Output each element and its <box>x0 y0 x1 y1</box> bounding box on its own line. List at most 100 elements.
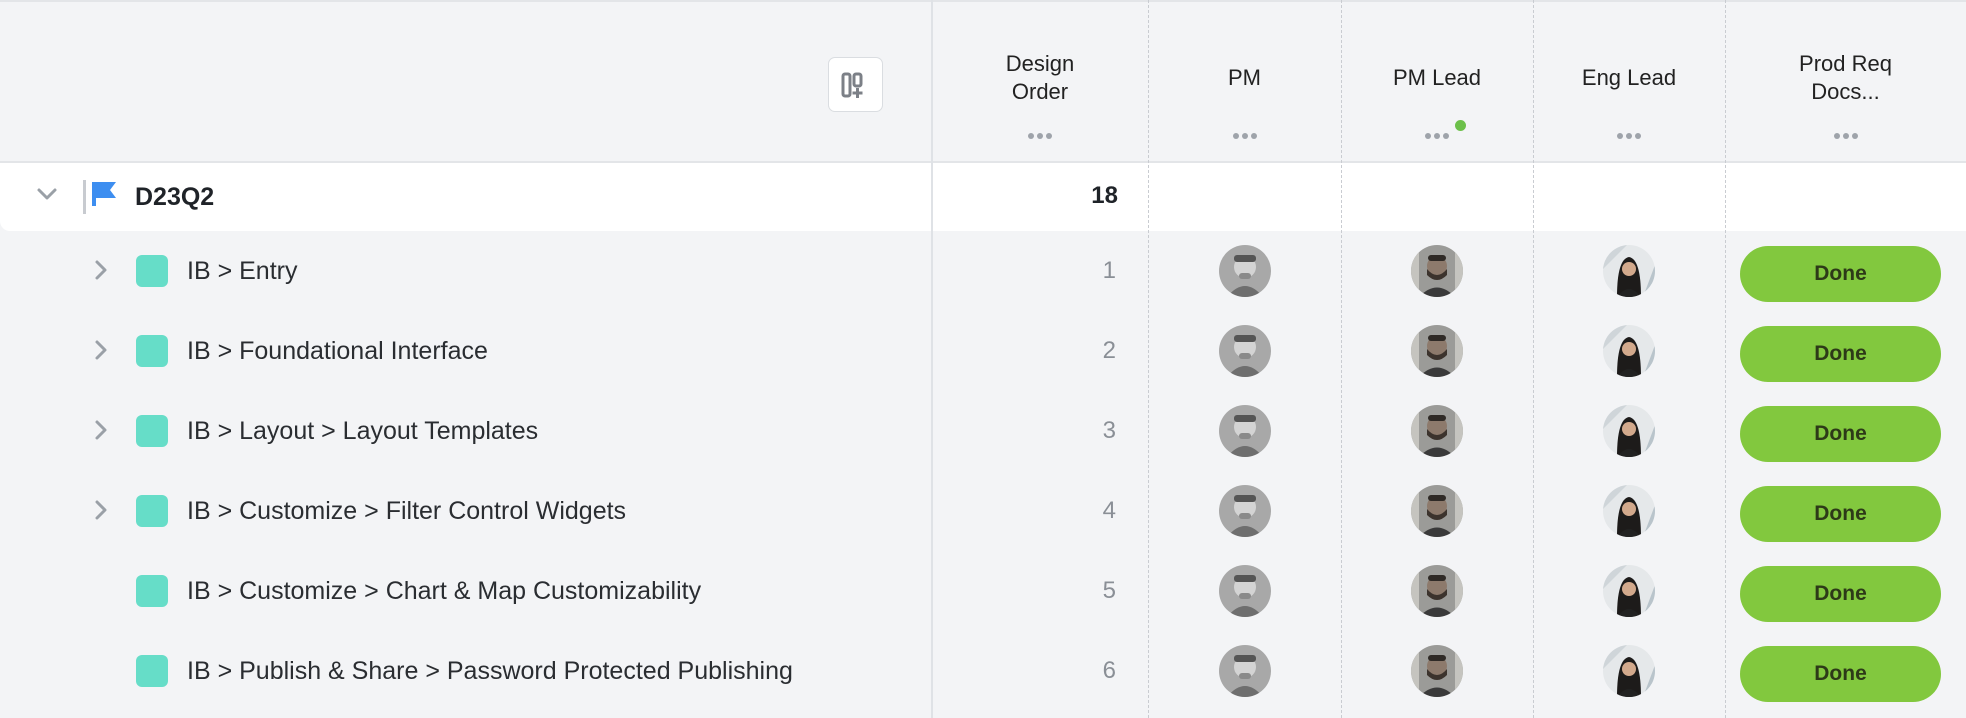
eng-lead-avatar[interactable] <box>1603 405 1655 457</box>
pm-cell[interactable] <box>1148 471 1341 551</box>
eng-lead-cell[interactable] <box>1533 231 1725 311</box>
eng-lead-cell[interactable] <box>1533 471 1725 551</box>
chevron-right-icon[interactable] <box>91 259 111 281</box>
pm-lead-cell[interactable] <box>1341 311 1533 391</box>
chevron-right-icon[interactable] <box>91 339 111 361</box>
pm-cell[interactable] <box>1148 631 1341 711</box>
column-menu-icon[interactable] <box>1725 126 1966 144</box>
header-design-order[interactable]: Design Order <box>932 2 1148 163</box>
design-order-cell[interactable]: 6 <box>932 631 1148 711</box>
eng-lead-cell[interactable] <box>1533 631 1725 711</box>
header-pm[interactable]: PM <box>1148 2 1341 163</box>
column-divider[interactable] <box>931 0 933 718</box>
table-row[interactable]: IB > Foundational Interface 2 Done <box>0 311 1966 391</box>
table-row[interactable]: IB > Customize > Chart & Map Customizabi… <box>0 551 1966 631</box>
row-name: IB > Customize > Chart & Map Customizabi… <box>187 577 702 605</box>
row-name: IB > Publish & Share > Password Protecte… <box>187 657 793 685</box>
group-row[interactable]: D23Q2 18 <box>0 163 1966 231</box>
column-menu-icon[interactable] <box>1533 126 1725 144</box>
eng-lead-cell[interactable] <box>1533 311 1725 391</box>
header-eng-lead[interactable]: Eng Lead <box>1533 2 1725 163</box>
design-order-value: 2 <box>1102 337 1116 364</box>
column-divider <box>1341 0 1342 718</box>
eng-lead-avatar[interactable] <box>1603 645 1655 697</box>
row-name-cell[interactable]: IB > Foundational Interface <box>0 311 932 391</box>
eng-lead-avatar[interactable] <box>1603 485 1655 537</box>
pm-avatar[interactable] <box>1218 485 1271 537</box>
pm-cell[interactable] <box>1148 391 1341 471</box>
filter-active-indicator <box>1455 120 1466 131</box>
color-swatch <box>136 575 168 607</box>
add-column-button[interactable] <box>828 57 883 112</box>
row-name-cell[interactable]: IB > Layout > Layout Templates <box>0 391 932 471</box>
eng-lead-avatar[interactable] <box>1603 245 1655 297</box>
design-order-value: 3 <box>1102 417 1116 444</box>
pm-lead-cell[interactable] <box>1341 471 1533 551</box>
pm-cell[interactable] <box>1148 551 1341 631</box>
prod-req-docs-cell[interactable]: Done <box>1725 231 1966 311</box>
row-name: IB > Entry <box>187 257 298 285</box>
eng-lead-cell[interactable] <box>1533 551 1725 631</box>
design-order-cell[interactable]: 4 <box>932 471 1148 551</box>
eng-lead-avatar[interactable] <box>1603 325 1655 377</box>
status-badge[interactable]: Done <box>1740 406 1941 462</box>
pm-lead-avatar[interactable] <box>1411 245 1463 297</box>
pm-lead-avatar[interactable] <box>1411 405 1463 457</box>
pm-cell[interactable] <box>1148 231 1341 311</box>
column-menu-icon[interactable] <box>932 126 1148 144</box>
table-row[interactable]: IB > Entry 1 Done <box>0 231 1966 311</box>
chevron-right-icon[interactable] <box>91 419 111 441</box>
status-badge[interactable]: Done <box>1740 646 1941 702</box>
header-pm-lead[interactable]: PM Lead <box>1341 2 1533 163</box>
prod-req-docs-cell[interactable]: Done <box>1725 631 1966 711</box>
row-name-cell[interactable]: IB > Customize > Filter Control Widgets <box>0 471 932 551</box>
row-name-cell[interactable]: IB > Publish & Share > Password Protecte… <box>0 631 932 711</box>
pm-lead-avatar[interactable] <box>1411 485 1463 537</box>
table-row[interactable]: IB > Publish & Share > Password Protecte… <box>0 631 1966 711</box>
pm-lead-cell[interactable] <box>1341 231 1533 311</box>
pm-avatar[interactable] <box>1218 245 1271 297</box>
pm-lead-cell[interactable] <box>1341 391 1533 471</box>
flag-icon <box>92 182 116 206</box>
status-badge[interactable]: Done <box>1740 246 1941 302</box>
pm-cell[interactable] <box>1148 311 1341 391</box>
status-badge[interactable]: Done <box>1740 486 1941 542</box>
pm-lead-avatar[interactable] <box>1411 325 1463 377</box>
column-menu-icon[interactable] <box>1148 126 1341 144</box>
row-name-cell[interactable]: IB > Customize > Chart & Map Customizabi… <box>0 551 932 631</box>
pm-avatar[interactable] <box>1218 565 1271 617</box>
prod-req-docs-cell[interactable]: Done <box>1725 551 1966 631</box>
pm-avatar[interactable] <box>1218 645 1271 697</box>
header-eng-lead-label: Eng Lead <box>1581 65 1677 90</box>
group-count: 18 <box>1091 182 1118 209</box>
design-order-cell[interactable]: 3 <box>932 391 1148 471</box>
eng-lead-cell[interactable] <box>1533 391 1725 471</box>
row-name: IB > Customize > Filter Control Widgets <box>187 497 627 525</box>
table-row[interactable]: IB > Customize > Filter Control Widgets 4… <box>0 471 1966 551</box>
pm-lead-avatar[interactable] <box>1411 645 1463 697</box>
design-order-cell[interactable]: 5 <box>932 551 1148 631</box>
chevron-down-icon[interactable] <box>36 183 58 205</box>
pm-lead-avatar[interactable] <box>1411 565 1463 617</box>
pm-avatar[interactable] <box>1218 325 1271 377</box>
design-order-cell[interactable]: 1 <box>932 231 1148 311</box>
pm-avatar[interactable] <box>1218 405 1271 457</box>
column-divider <box>1148 0 1149 718</box>
status-badge[interactable]: Done <box>1740 326 1941 382</box>
header-pm-label: PM <box>1228 65 1261 90</box>
chevron-right-icon[interactable] <box>91 499 111 521</box>
color-swatch <box>136 495 168 527</box>
prod-req-docs-cell[interactable]: Done <box>1725 311 1966 391</box>
prod-req-docs-cell[interactable]: Done <box>1725 391 1966 471</box>
table-row[interactable]: IB > Layout > Layout Templates 3 Done <box>0 391 1966 471</box>
row-name-cell[interactable]: IB > Entry <box>0 231 932 311</box>
column-menu-icon[interactable] <box>1341 126 1533 144</box>
design-order-cell[interactable]: 2 <box>932 311 1148 391</box>
status-badge[interactable]: Done <box>1740 566 1941 622</box>
header-name-column <box>0 2 932 163</box>
pm-lead-cell[interactable] <box>1341 551 1533 631</box>
header-prod-req-docs[interactable]: Prod Req Docs... <box>1725 2 1966 163</box>
pm-lead-cell[interactable] <box>1341 631 1533 711</box>
eng-lead-avatar[interactable] <box>1603 565 1655 617</box>
prod-req-docs-cell[interactable]: Done <box>1725 471 1966 551</box>
